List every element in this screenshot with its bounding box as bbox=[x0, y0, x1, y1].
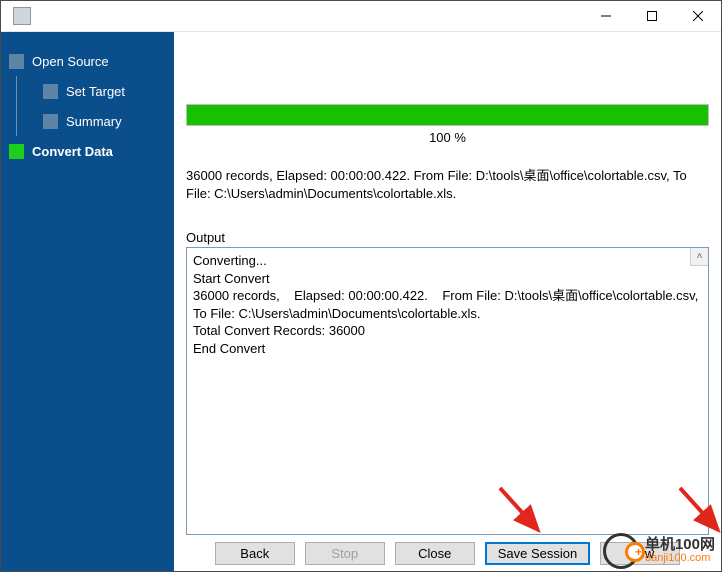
output-label: Output bbox=[186, 230, 709, 245]
minimize-button[interactable] bbox=[583, 1, 629, 31]
save-session-button[interactable]: Save Session bbox=[485, 542, 591, 565]
sidebar-item-label: Convert Data bbox=[32, 144, 113, 159]
app-window: Open Source Set Target Summary Convert D… bbox=[0, 0, 722, 572]
app-icon bbox=[13, 7, 31, 25]
progress-area: 100 % bbox=[186, 104, 709, 145]
stop-button: Stop bbox=[305, 542, 385, 565]
maximize-button[interactable] bbox=[629, 1, 675, 31]
close-window-button[interactable] bbox=[675, 1, 721, 31]
back-button[interactable]: Back bbox=[215, 542, 295, 565]
progress-fill bbox=[187, 105, 708, 125]
main-panel: 100 % 36000 records, Elapsed: 00:00:00.4… bbox=[174, 32, 721, 571]
output-textbox[interactable]: Converting... Start Convert 36000 record… bbox=[186, 247, 709, 535]
sidebar-item-open-source[interactable]: Open Source bbox=[1, 46, 174, 76]
button-bar: Back Stop Close Save Session View bbox=[174, 535, 721, 571]
sidebar-item-label: Set Target bbox=[66, 84, 125, 99]
progress-percent-label: 100 % bbox=[186, 130, 709, 145]
content-area: 100 % 36000 records, Elapsed: 00:00:00.4… bbox=[174, 32, 721, 535]
step-box-icon bbox=[9, 54, 24, 69]
sidebar-item-label: Summary bbox=[66, 114, 122, 129]
close-icon bbox=[693, 11, 703, 21]
step-box-icon bbox=[43, 84, 58, 99]
sidebar-item-label: Open Source bbox=[32, 54, 109, 69]
body: Open Source Set Target Summary Convert D… bbox=[1, 32, 721, 571]
close-button[interactable]: Close bbox=[395, 542, 475, 565]
sidebar-item-convert-data[interactable]: Convert Data bbox=[1, 136, 174, 166]
scroll-up-icon[interactable]: ˄ bbox=[690, 248, 708, 266]
sidebar: Open Source Set Target Summary Convert D… bbox=[1, 32, 174, 571]
view-button[interactable]: View bbox=[600, 542, 680, 565]
step-box-icon bbox=[9, 144, 24, 159]
progress-bar bbox=[186, 104, 709, 126]
step-box-icon bbox=[43, 114, 58, 129]
minimize-icon bbox=[601, 11, 611, 21]
titlebar bbox=[1, 1, 721, 32]
sidebar-branch: Set Target Summary bbox=[16, 76, 174, 136]
sidebar-item-set-target[interactable]: Set Target bbox=[17, 76, 174, 106]
sidebar-item-summary[interactable]: Summary bbox=[17, 106, 174, 136]
maximize-icon bbox=[647, 11, 657, 21]
conversion-summary-text: 36000 records, Elapsed: 00:00:00.422. Fr… bbox=[186, 167, 709, 202]
output-content: Converting... Start Convert 36000 record… bbox=[193, 253, 709, 356]
